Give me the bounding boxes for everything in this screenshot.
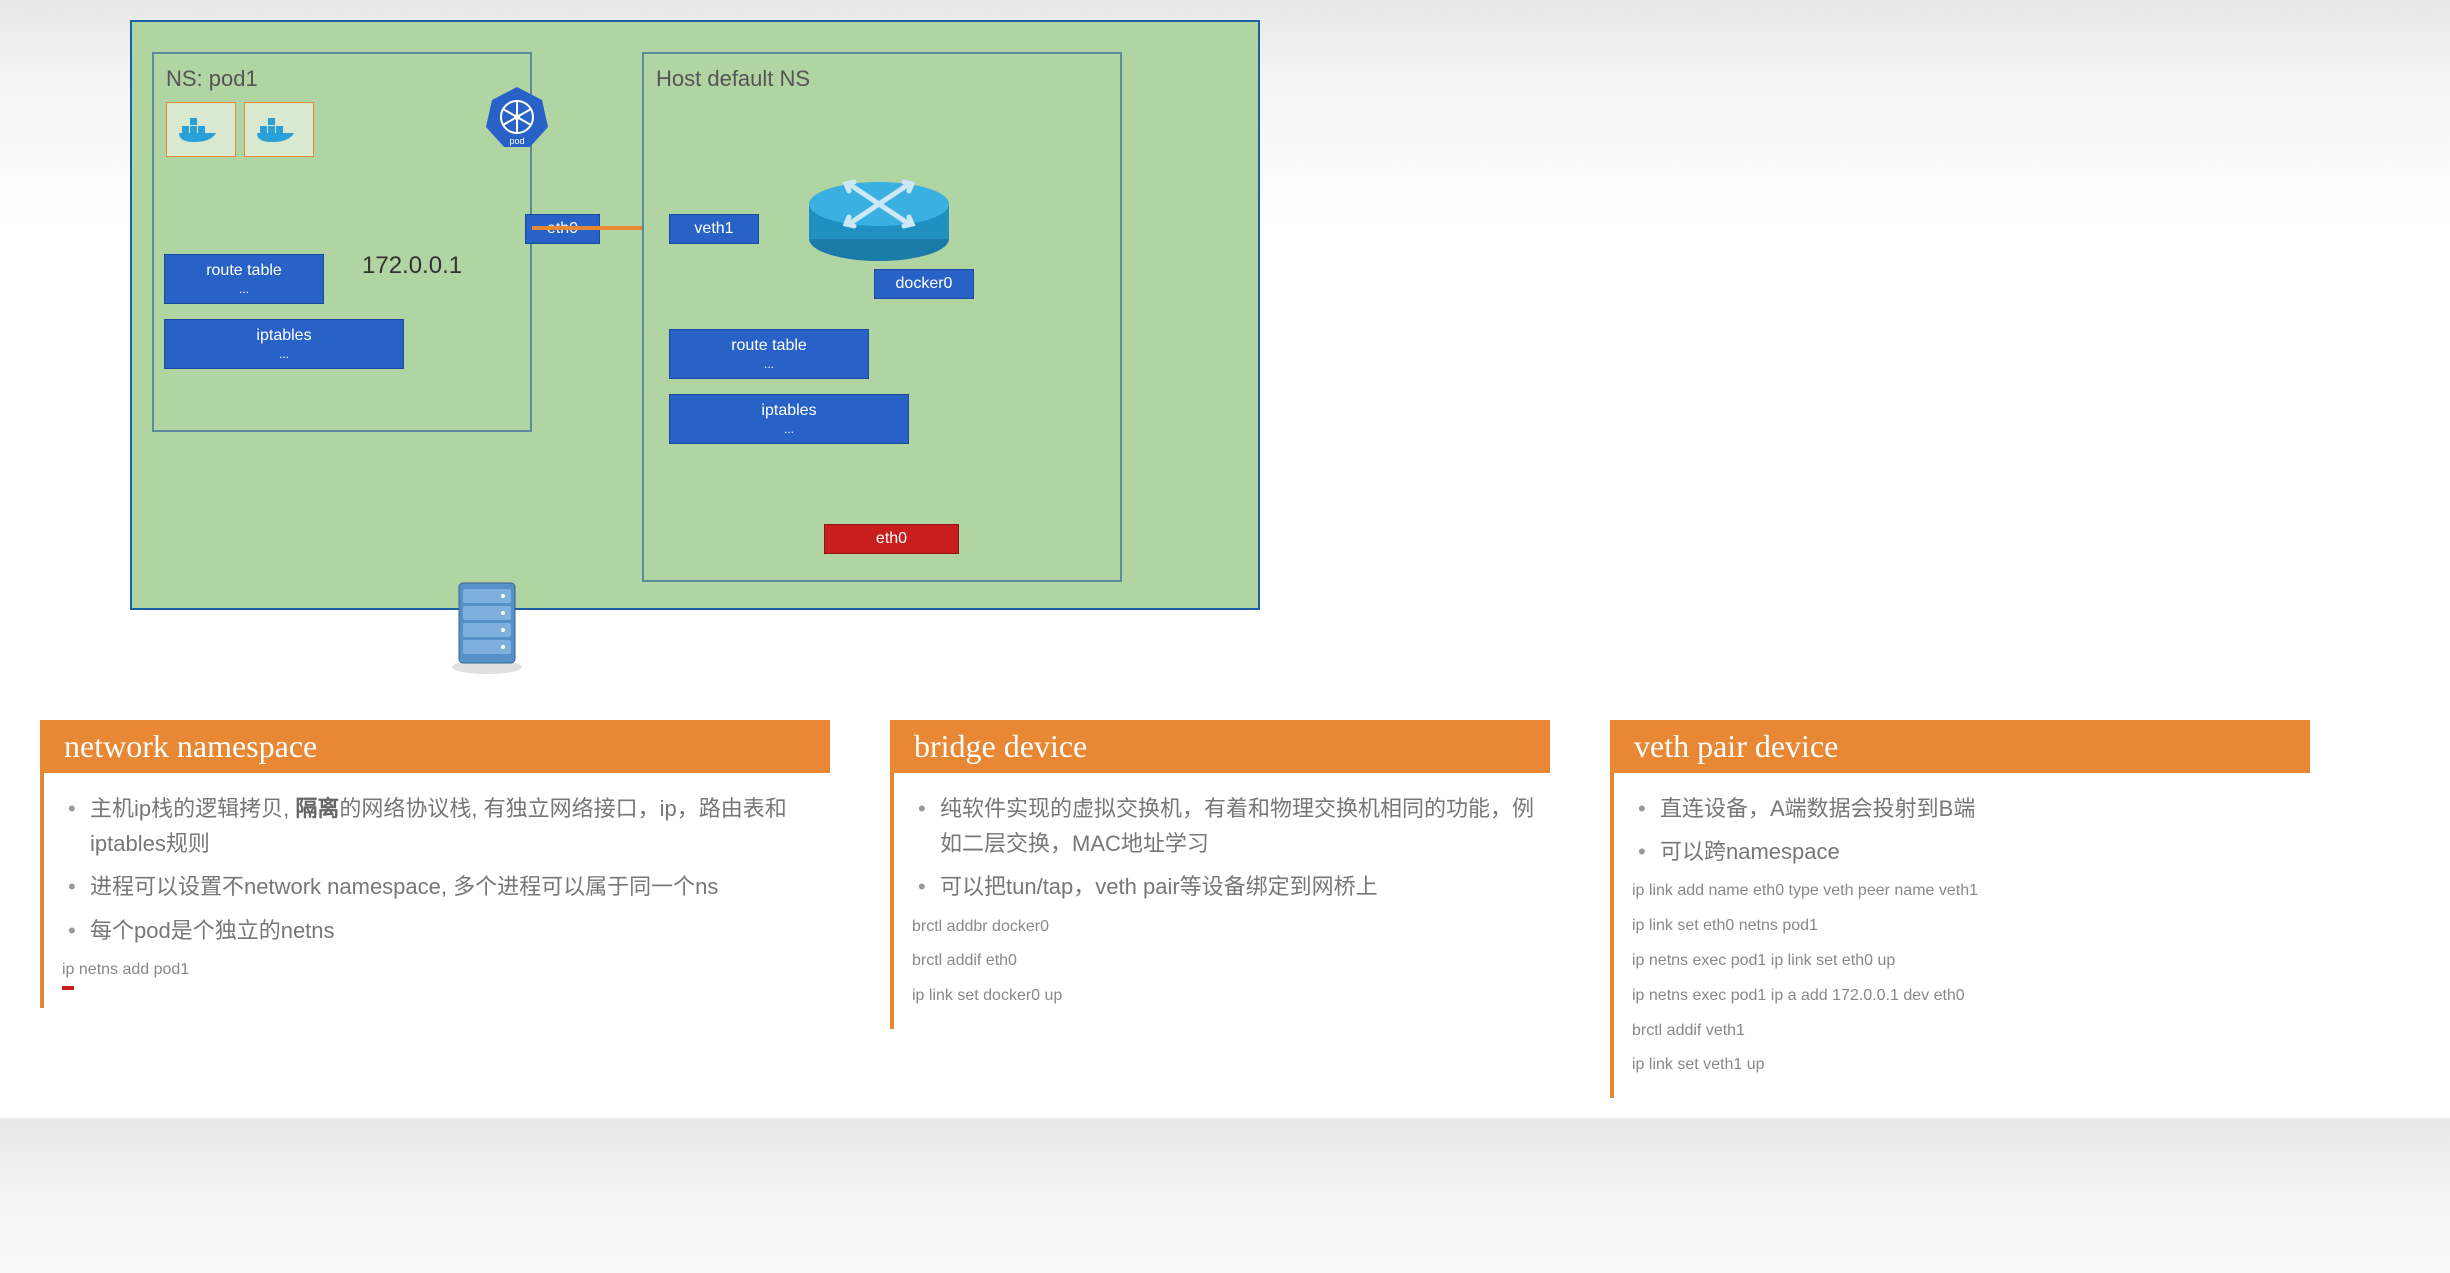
docker-icon xyxy=(244,102,314,157)
ns-pod1-title: NS: pod1 xyxy=(166,66,518,92)
host-eth0-box: eth0 xyxy=(824,524,959,554)
card-bridge-body: 纯软件实现的虚拟交换机，有着和物理交换机相同的功能，例如二层交换，MAC地址学习… xyxy=(890,773,1550,1029)
kubernetes-icon: pod xyxy=(482,82,552,152)
server-icon xyxy=(445,575,530,675)
ns-host-title: Host default NS xyxy=(656,66,1108,92)
info-cards-row: network namespace 主机ip栈的逻辑拷贝, 隔离的网络协议栈, … xyxy=(40,720,2410,1098)
cmd-line: ip link set veth1 up xyxy=(1632,1051,2302,1080)
cmd-line: brctl addif veth1 xyxy=(1632,1017,2302,1046)
namespace-pod1: NS: pod1 eth0 rou xyxy=(152,52,532,432)
card-netns-header: network namespace xyxy=(40,720,830,773)
docker0-box: docker0 xyxy=(874,269,974,299)
cmd-line: brctl addbr docker0 xyxy=(912,913,1542,942)
card-veth-body: 直连设备，A端数据会投射到B端 可以跨namespace ip link add… xyxy=(1610,773,2310,1098)
cmd-line: ip netns add pod1 xyxy=(62,956,822,990)
network-diagram: NS: pod1 eth0 rou xyxy=(100,20,1280,660)
list-item: 主机ip栈的逻辑拷贝, 隔离的网络协议栈, 有独立网络接口，ip，路由表和ipt… xyxy=(62,791,822,861)
veth1-box: veth1 xyxy=(669,214,759,244)
card-netns: network namespace 主机ip栈的逻辑拷贝, 隔离的网络协议栈, … xyxy=(40,720,830,1008)
cmd-line: ip link add name eth0 type veth peer nam… xyxy=(1632,877,2302,906)
list-item: 纯软件实现的虚拟交换机，有着和物理交换机相同的功能，例如二层交换，MAC地址学习 xyxy=(912,791,1542,861)
cmd-line: ip link set docker0 up xyxy=(912,982,1542,1011)
cmd-line: ip netns exec pod1 ip link set eth0 up xyxy=(1632,947,2302,976)
router-icon xyxy=(794,134,964,274)
route-table-box: route table ... xyxy=(164,254,324,304)
list-item: 进程可以设置不network namespace, 多个进程可以属于同一个ns xyxy=(62,869,822,904)
cmd-line: brctl addif eth0 xyxy=(912,947,1542,976)
host-container: NS: pod1 eth0 rou xyxy=(130,20,1260,610)
svg-text:pod: pod xyxy=(509,136,524,146)
card-bridge-header: bridge device xyxy=(890,720,1550,773)
iptables-box: iptables ... xyxy=(164,319,404,369)
iptables-box: iptables ... xyxy=(669,394,909,444)
ip-address-label: 172.0.0.1 xyxy=(362,252,462,280)
docker-icon xyxy=(166,102,236,157)
cmd-line: ip link set eth0 netns pod1 xyxy=(1632,912,2302,941)
route-table-box: route table ... xyxy=(669,329,869,379)
list-item: 直连设备，A端数据会投射到B端 xyxy=(1632,791,2302,826)
card-netns-body: 主机ip栈的逻辑拷贝, 隔离的网络协议栈, 有独立网络接口，ip，路由表和ipt… xyxy=(40,773,830,1008)
namespace-host: Host default NS veth1 docker0 xyxy=(642,52,1122,582)
card-bridge: bridge device 纯软件实现的虚拟交换机，有着和物理交换机相同的功能，… xyxy=(890,720,1550,1029)
card-veth: veth pair device 直连设备，A端数据会投射到B端 可以跨name… xyxy=(1610,720,2310,1098)
card-veth-header: veth pair device xyxy=(1610,720,2310,773)
list-item: 可以跨namespace xyxy=(1632,834,2302,869)
cmd-line: ip netns exec pod1 ip a add 172.0.0.1 de… xyxy=(1632,982,2302,1011)
docker-icons-group xyxy=(166,102,518,157)
list-item: 可以把tun/tap，veth pair等设备绑定到网桥上 xyxy=(912,869,1542,904)
list-item: 每个pod是个独立的netns xyxy=(62,913,822,948)
